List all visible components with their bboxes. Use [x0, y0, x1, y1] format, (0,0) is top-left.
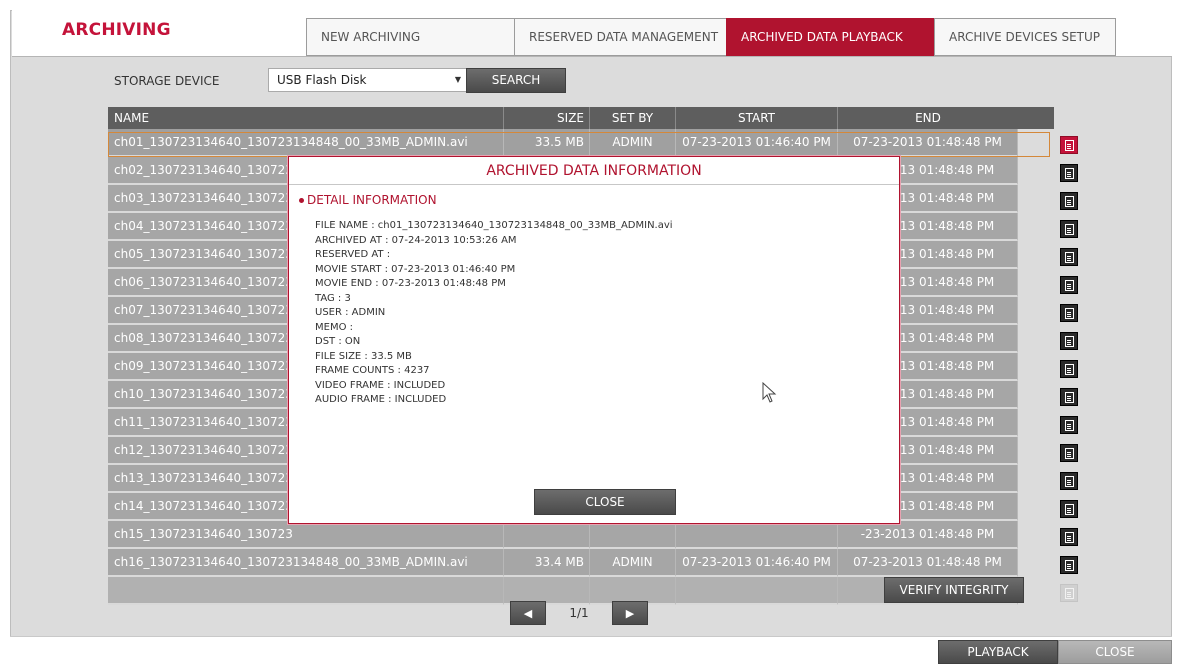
cell-name: ch01_130723134640_130723134848_00_33MB_A… [108, 129, 504, 157]
detail-line: FILE SIZE : 33.5 MB [315, 350, 412, 362]
cell-size: 33.4 MB [504, 549, 590, 577]
tab-bar: NEW ARCHIVING RESERVED DATA MANAGEMENT A… [306, 18, 1116, 56]
storage-device-select[interactable]: USB Flash Disk ▼ [268, 68, 468, 92]
cell-size: 33.5 MB [504, 129, 590, 157]
cell-start: 07-23-2013 01:46:40 PM [676, 549, 838, 577]
detail-line: MEMO : [315, 321, 353, 333]
detail-line: DST : ON [315, 336, 361, 347]
table-row[interactable]: ch16_130723134640_130723134848_00_33MB_A… [108, 549, 1054, 577]
file-info-icon[interactable] [1060, 332, 1078, 350]
file-info-icon[interactable] [1060, 500, 1078, 518]
table-row[interactable]: ch01_130723134640_130723134848_00_33MB_A… [108, 129, 1054, 157]
cell-set-by [590, 521, 676, 549]
cell-size [504, 521, 590, 549]
table-row[interactable]: ch15_130723134640_130723 -23-2013 01:48:4… [108, 521, 1054, 549]
cell-end: 07-23-2013 01:48:48 PM [838, 549, 1018, 577]
playback-button[interactable]: PLAYBACK [938, 640, 1058, 664]
cell-end: 07-23-2013 01:48:48 PM [838, 129, 1018, 157]
verify-integrity-button[interactable]: VERIFY INTEGRITY [884, 577, 1024, 603]
cell-start: 07-23-2013 01:46:40 PM [676, 129, 838, 157]
search-button[interactable]: SEARCH [466, 68, 566, 93]
file-info-icon[interactable] [1060, 304, 1078, 322]
dialog-title: ARCHIVED DATA INFORMATION [289, 157, 899, 185]
table-header: NAME SIZE SET BY START END [108, 107, 1054, 129]
file-info-icon [1060, 584, 1078, 602]
detail-line: MOVIE END : 07-23-2013 01:48:48 PM [315, 278, 506, 289]
detail-line: AUDIO FRAME : INCLUDED [315, 394, 447, 405]
file-info-icon[interactable] [1060, 136, 1078, 154]
detail-list: FILE NAME : ch01_130723134640_1307231348… [315, 219, 673, 408]
cell-set-by: ADMIN [590, 549, 676, 577]
cell-name: ch15_130723134640_130723 [108, 521, 504, 549]
detail-line: ARCHIVED AT : 07-24-2013 10:53:26 AM [315, 234, 517, 246]
detail-line: RESERVED AT : [315, 249, 391, 260]
cell-start [676, 521, 838, 549]
header-end[interactable]: END [838, 107, 1018, 129]
previous-page-icon[interactable]: ◀ [510, 601, 546, 625]
dialog-close-button[interactable]: CLOSE [534, 489, 676, 515]
storage-device-value: USB Flash Disk [277, 73, 367, 87]
file-info-icon[interactable] [1060, 360, 1078, 378]
detail-line: FRAME COUNTS : 4237 [315, 365, 430, 376]
detail-line: VIDEO FRAME : INCLUDED [315, 379, 446, 391]
detail-line: FILE NAME : ch01_130723134640_1307231348… [315, 220, 673, 231]
file-info-icon[interactable] [1060, 528, 1078, 546]
next-page-icon[interactable]: ▶ [612, 601, 648, 625]
cell-end: -23-2013 01:48:48 PM [838, 521, 1018, 549]
file-info-icon[interactable] [1060, 556, 1078, 574]
cell-set-by: ADMIN [590, 129, 676, 157]
header-name[interactable]: NAME [108, 107, 504, 129]
detail-line: MOVIE START : 07-23-2013 01:46:40 PM [315, 263, 516, 275]
detail-line: USER : ADMIN [315, 307, 386, 318]
header-start[interactable]: START [676, 107, 838, 129]
header-size[interactable]: SIZE [504, 107, 590, 129]
file-info-icon[interactable] [1060, 164, 1078, 182]
file-info-icon[interactable] [1060, 388, 1078, 406]
file-info-icon[interactable] [1060, 220, 1078, 238]
header-set-by[interactable]: SET BY [590, 107, 676, 129]
detail-line: TAG : 3 [315, 292, 351, 304]
archived-data-information-dialog: ARCHIVED DATA INFORMATION DETAIL INFORMA… [288, 156, 900, 524]
tab-reserved-data-management[interactable]: RESERVED DATA MANAGEMENT [514, 18, 726, 56]
page-title: ARCHIVING [62, 20, 171, 40]
storage-device-label: STORAGE DEVICE [114, 74, 220, 88]
file-info-icon[interactable] [1060, 444, 1078, 462]
file-info-icon[interactable] [1060, 416, 1078, 434]
detail-information-heading: DETAIL INFORMATION [299, 193, 437, 207]
mouse-pointer-icon [762, 382, 777, 403]
dropdown-arrow-icon: ▼ [454, 75, 461, 84]
file-info-icon[interactable] [1060, 276, 1078, 294]
tab-new-archiving[interactable]: NEW ARCHIVING [306, 18, 514, 56]
tab-archived-data-playback[interactable]: ARCHIVED DATA PLAYBACK [726, 18, 934, 56]
archiving-screen: ARCHIVING NEW ARCHIVING RESERVED DATA MA… [0, 0, 1180, 664]
tab-archive-devices-setup[interactable]: ARCHIVE DEVICES SETUP [934, 18, 1116, 56]
cell-name: ch16_130723134640_130723134848_00_33MB_A… [108, 549, 504, 577]
bullet-icon [299, 198, 304, 203]
file-info-icon[interactable] [1060, 248, 1078, 266]
close-button[interactable]: CLOSE [1058, 640, 1172, 664]
file-info-icon[interactable] [1060, 192, 1078, 210]
file-info-icon[interactable] [1060, 472, 1078, 490]
pager: ◀ 1/1 ▶ [510, 601, 648, 625]
page-indicator: 1/1 [569, 606, 589, 620]
